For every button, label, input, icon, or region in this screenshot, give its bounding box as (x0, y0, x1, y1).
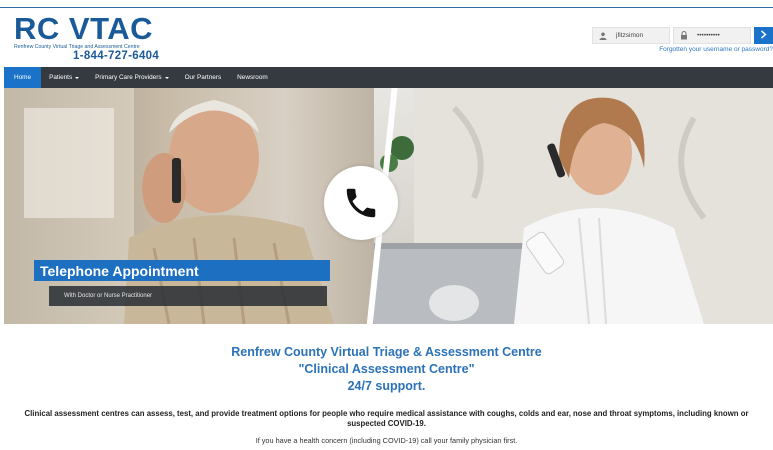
chevron-right-icon (760, 29, 767, 42)
caret-down-icon (164, 76, 169, 79)
login-submit-button[interactable] (754, 27, 773, 44)
intro-paragraph: Clinical assessment centres can assess, … (24, 409, 749, 428)
centre-heading-line2: "Clinical Assessment Centre" (298, 362, 475, 376)
nav-home[interactable]: Home (4, 67, 42, 88)
username-value: jfitzsimon (616, 32, 644, 39)
hero-subtitle: With Doctor or Nurse Practitioner (49, 286, 327, 306)
nav-newsroom[interactable]: Newsroom (229, 67, 276, 88)
phone-icon (324, 166, 398, 240)
forgot-credentials-link[interactable]: Forgotten your username or password? (659, 46, 773, 53)
centre-heading-line1: Renfrew County Virtual Triage & Assessme… (231, 345, 542, 359)
site-logo[interactable]: RC VTAC Renfrew County Virtual Triage an… (14, 11, 164, 64)
logo-title: RC VTAC (14, 11, 153, 46)
doctor-illustration (374, 88, 773, 324)
top-border (0, 7, 773, 8)
nav-our-partners[interactable]: Our Partners (177, 67, 230, 88)
nav-newsroom-label: Newsroom (237, 74, 268, 81)
phone-number[interactable]: 1-844-727-6404 (73, 50, 159, 62)
centre-heading-line3: 24/7 support. (347, 379, 426, 393)
hero-photo-doctor (374, 88, 773, 324)
nav-partners-label: Our Partners (184, 74, 222, 81)
login-form: jfitzsimon •••••••••• (592, 27, 773, 44)
nav-home-label: Home (14, 74, 32, 81)
username-field[interactable]: jfitzsimon (592, 27, 670, 44)
user-icon (598, 31, 608, 41)
caret-down-icon (75, 76, 80, 79)
main-nav: Home Patients Primary Care Providers Our… (4, 67, 773, 88)
health-concern-note: If you have a health concern (including … (255, 436, 518, 445)
nav-pcp-label: Primary Care Providers (95, 74, 162, 81)
lock-icon (679, 31, 689, 41)
password-value: •••••••••• (697, 32, 720, 39)
hero-title: Telephone Appointment (34, 260, 330, 281)
password-field[interactable]: •••••••••• (673, 27, 751, 44)
nav-primary-care-providers[interactable]: Primary Care Providers (87, 67, 176, 88)
nav-patients[interactable]: Patients (41, 67, 87, 88)
nav-patients-label: Patients (49, 74, 73, 81)
hero-banner[interactable]: Telephone Appointment With Doctor or Nur… (4, 88, 773, 324)
